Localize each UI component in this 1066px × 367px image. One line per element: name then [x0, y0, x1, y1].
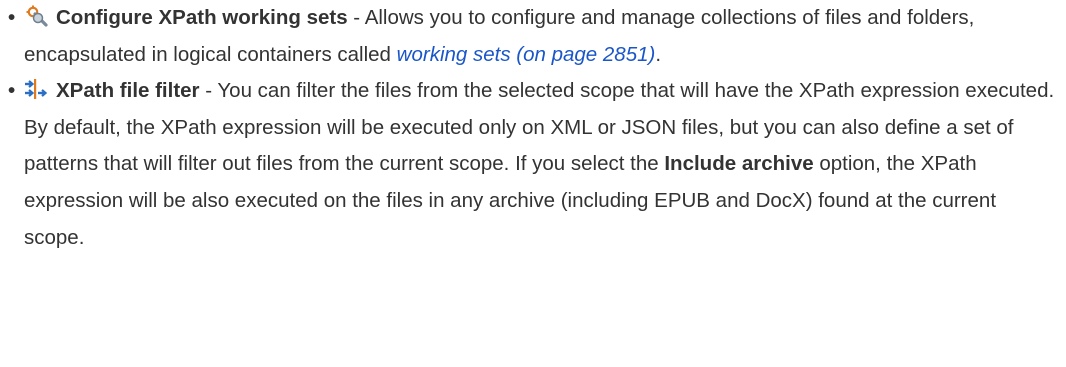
- term-xpath-file-filter: XPath file filter: [56, 79, 200, 103]
- bullet: •: [8, 6, 16, 29]
- file-filter-icon: [24, 78, 50, 100]
- description-text-end: .: [655, 42, 662, 66]
- option-include-archive: Include archive: [664, 152, 814, 176]
- list-item-working-sets: • Configure XPath working sets - Allows …: [6, 0, 1058, 73]
- document-body: • Configure XPath working sets - Allows …: [0, 0, 1066, 256]
- bullet: •: [8, 79, 16, 103]
- working-sets-link[interactable]: working sets (on page 2851): [397, 43, 656, 66]
- term-configure-working-sets: Configure XPath working sets: [56, 6, 348, 29]
- list-item-file-filter: • XPath file filter - You can filter the…: [6, 73, 1058, 256]
- working-sets-icon: [24, 5, 50, 27]
